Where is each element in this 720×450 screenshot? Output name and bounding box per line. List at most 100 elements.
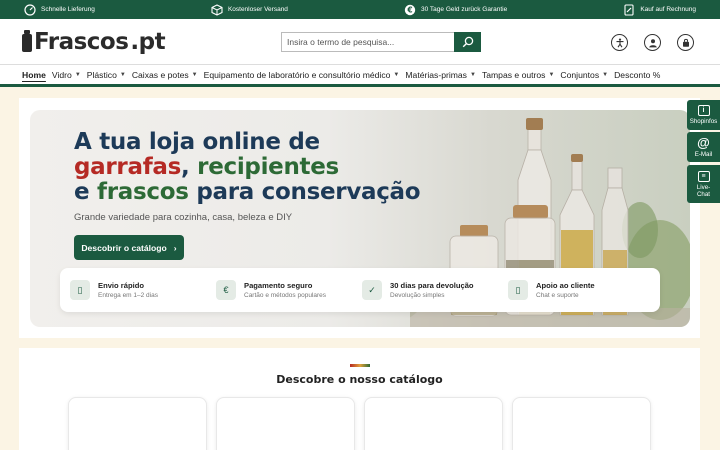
- nav-item-home[interactable]: Home: [22, 70, 46, 80]
- at-icon: @: [697, 134, 710, 150]
- button-label: Descobrir o catálogo: [81, 242, 167, 253]
- logo-text: Frascos: [34, 29, 129, 55]
- cart-icon[interactable]: [677, 34, 694, 51]
- nav-label: Equipamento de laboratório e consultório…: [203, 69, 391, 80]
- catalog-cards: [68, 397, 651, 450]
- info-icon: i: [697, 105, 710, 116]
- catalog-card[interactable]: [216, 397, 355, 450]
- invoice-icon: [623, 3, 635, 16]
- hero-section: A tua loja online de garrafas, recipient…: [19, 98, 700, 338]
- chevron-down-icon: ▼: [119, 71, 126, 78]
- feature-desc: Cartão e métodos populares: [244, 292, 327, 299]
- hero-title: A tua loja online de garrafas, recipient…: [74, 129, 421, 205]
- topbar-item-guarantee: € 30 Tage Geld zurück Garantie: [404, 4, 507, 16]
- hero-banner: A tua loja online de garrafas, recipient…: [30, 110, 690, 327]
- nav-label: Home: [22, 69, 46, 80]
- nav-item-materias[interactable]: Matérias-primas ▼: [405, 70, 476, 80]
- nav-item-desconto[interactable]: Desconto %: [614, 70, 660, 80]
- speedometer-icon: [24, 3, 36, 16]
- livechat-label: Live- Chat: [696, 183, 711, 198]
- support-icon: ▯: [508, 280, 528, 300]
- svg-text:€: €: [406, 5, 412, 14]
- chevron-down-icon: ▼: [393, 71, 400, 78]
- truck-icon: ▯: [70, 280, 90, 300]
- feature-fast-shipping: ▯ Envio rápido Entrega em 1–2 dias: [68, 280, 214, 300]
- header-actions: [611, 34, 694, 51]
- catalog-card[interactable]: [512, 397, 651, 450]
- account-icon[interactable]: [644, 34, 661, 51]
- nav-item-laboratorio[interactable]: Equipamento de laboratório e consultório…: [204, 70, 400, 80]
- feature-title: Pagamento seguro: [244, 281, 313, 290]
- top-info-bar: Schnelle Lieferung Kostenloser Versand €…: [0, 0, 720, 19]
- chevron-down-icon: ▼: [548, 71, 555, 78]
- hero-subtitle: Grande variedade para cozinha, casa, bel…: [74, 212, 293, 223]
- nav-label: Matérias-primas: [405, 69, 467, 80]
- discover-catalog-button[interactable]: Descobrir o catálogo ›: [74, 235, 184, 260]
- search-bar: [281, 32, 481, 52]
- chevron-down-icon: ▼: [602, 71, 609, 78]
- search-button[interactable]: [454, 32, 481, 52]
- feature-desc: Entrega em 1–2 dias: [98, 292, 158, 299]
- search-input[interactable]: [281, 32, 454, 52]
- chevron-down-icon: ▼: [191, 71, 198, 78]
- feature-title: 30 dias para devolução: [390, 281, 474, 290]
- hero-title-line2: garrafas, recipientes: [74, 155, 420, 180]
- nav-label: Desconto %: [614, 69, 661, 80]
- jar-logo-icon: [22, 30, 32, 52]
- main-navigation: Home Vidro ▼ Plástico ▼ Caixas e potes ▼ Eq…: [0, 64, 720, 87]
- search-icon: [462, 36, 473, 48]
- topbar-item-delivery: Schnelle Lieferung: [24, 3, 95, 16]
- nav-label: Plástico: [86, 69, 117, 80]
- euro-icon: €: [216, 280, 236, 300]
- package-icon: [211, 3, 223, 16]
- feature-desc: Chat e suporte: [536, 292, 579, 299]
- email-tab[interactable]: @ E-Mail: [687, 132, 720, 162]
- hero-word-frascos: frascos: [97, 179, 189, 205]
- chevron-down-icon: ▼: [74, 71, 81, 78]
- nav-label: Conjuntos: [560, 69, 600, 80]
- livechat-tab[interactable]: ≡ Live- Chat: [687, 165, 720, 203]
- hero-word-recipientes: recipientes: [197, 154, 339, 180]
- hero-title-line1: A tua loja online de: [74, 129, 320, 155]
- catalog-section: Descobre o nosso catálogo: [19, 348, 700, 450]
- chevron-down-icon: ▼: [469, 71, 476, 78]
- feature-support: ▯ Apoio ao cliente Chat e suporte: [506, 280, 652, 300]
- hero-title-line3: e frascos para conservação: [74, 179, 421, 205]
- features-strip: ▯ Envio rápido Entrega em 1–2 dias € Paga…: [60, 268, 660, 312]
- chat-icon: ≡: [697, 170, 710, 182]
- hero-word-garrafas: garrafas: [74, 154, 182, 180]
- logo-tld: .pt: [130, 29, 166, 55]
- accessibility-icon[interactable]: [611, 34, 628, 51]
- hero-separator: ,: [181, 154, 198, 180]
- euro-icon: €: [404, 4, 416, 16]
- feature-title: Envio rápido: [98, 281, 144, 290]
- hero-prefix: e: [74, 179, 98, 205]
- catalog-card[interactable]: [68, 397, 207, 450]
- topbar-label: Schnelle Lieferung: [41, 6, 95, 13]
- hero-suffix: para conservação: [188, 179, 421, 205]
- nav-item-caixas[interactable]: Caixas e potes ▼: [132, 70, 198, 80]
- nav-item-tampas[interactable]: Tampas e outros ▼: [482, 70, 554, 80]
- nav-label: Tampas e outros: [481, 69, 546, 80]
- check-icon: ✓: [362, 280, 382, 300]
- feature-desc: Devolução simples: [390, 292, 445, 299]
- site-header: Frascos .pt: [0, 19, 720, 65]
- section-accent-line: [350, 364, 370, 367]
- nav-item-vidro[interactable]: Vidro ▼: [52, 70, 81, 80]
- nav-label: Vidro: [51, 69, 72, 80]
- chevron-right-icon: ›: [173, 242, 177, 253]
- nav-item-conjuntos[interactable]: Conjuntos ▼: [560, 70, 608, 80]
- nav-divider: [0, 64, 720, 65]
- shopinfos-label: Shopinfos: [689, 118, 718, 125]
- catalog-title: Descobre o nosso catálogo: [276, 373, 443, 386]
- topbar-item-invoice: Kauf auf Rechnung: [623, 3, 696, 16]
- topbar-label: 30 Tage Geld zurück Garantie: [421, 6, 508, 13]
- topbar-item-shipping: Kostenloser Versand: [211, 3, 288, 16]
- site-logo[interactable]: Frascos .pt: [22, 29, 166, 55]
- nav-label: Caixas e potes: [131, 69, 189, 80]
- nav-item-plastico[interactable]: Plástico ▼: [87, 70, 126, 80]
- feature-returns: ✓ 30 dias para devolução Devolução simple…: [360, 280, 506, 300]
- shopinfos-tab[interactable]: i Shopinfos: [687, 100, 720, 130]
- catalog-card[interactable]: [364, 397, 503, 450]
- topbar-label: Kostenloser Versand: [227, 6, 288, 13]
